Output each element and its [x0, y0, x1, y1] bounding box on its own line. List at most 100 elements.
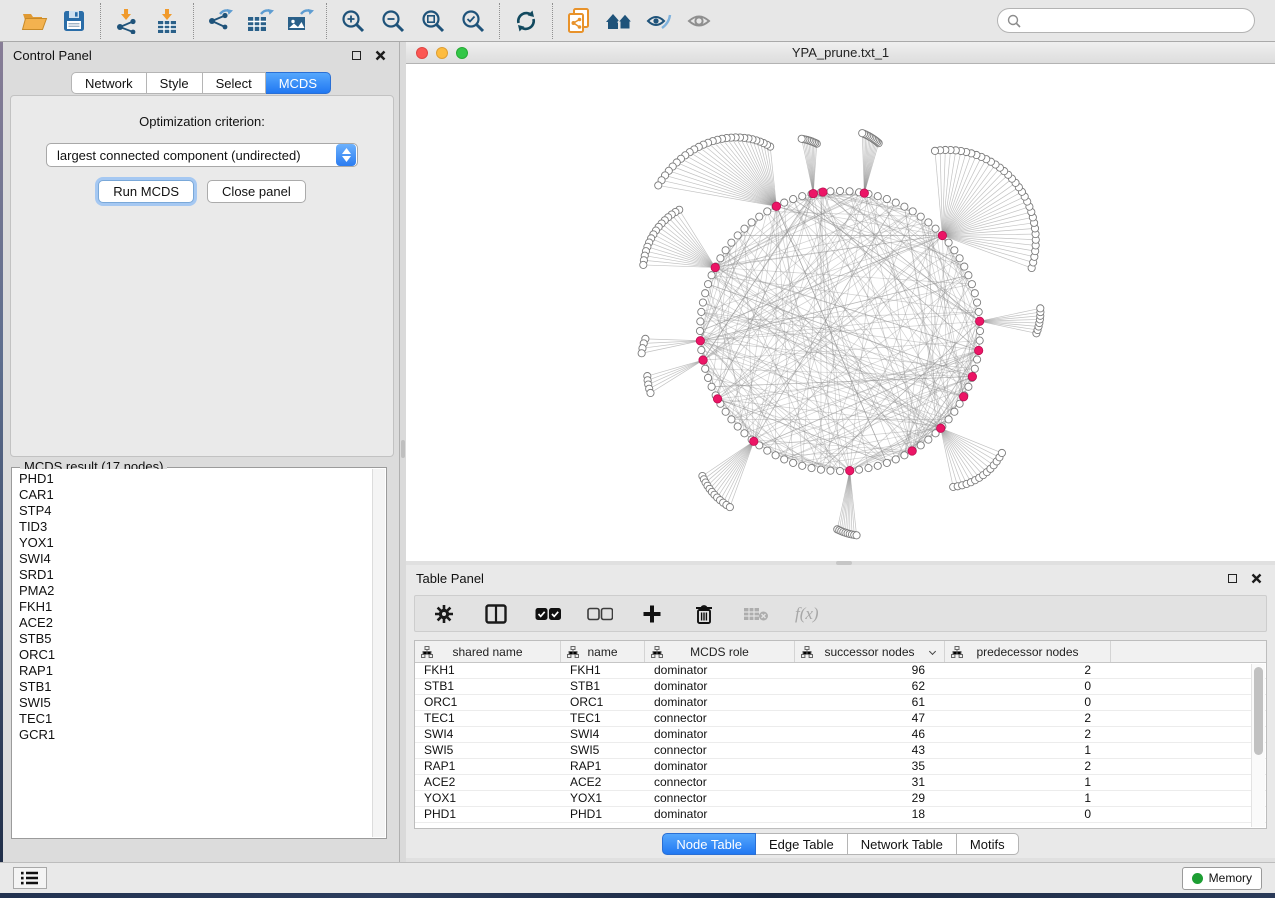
column-header-shared-name[interactable]: shared name [415, 641, 561, 662]
right-region: YPA_prune.txt_1 Table Panel [406, 42, 1275, 862]
tab-node-table[interactable]: Node Table [662, 833, 756, 855]
table-cell: dominator [645, 727, 795, 742]
close-table-panel-icon[interactable] [1247, 570, 1265, 586]
tab-select[interactable]: Select [203, 72, 266, 94]
table-cell: 29 [795, 791, 945, 806]
table-row[interactable]: PHD1PHD1dominator180 [415, 807, 1266, 823]
import-table-icon[interactable] [147, 4, 187, 38]
table-row[interactable]: SWI4SWI4dominator462 [415, 727, 1266, 743]
list-item[interactable]: STB1 [19, 679, 372, 695]
table-row[interactable]: ACE2ACE2connector311 [415, 775, 1266, 791]
zoom-fit-icon[interactable] [413, 4, 453, 38]
table-row[interactable]: ORC1ORC1dominator610 [415, 695, 1266, 711]
table-row[interactable]: STB1STB1dominator620 [415, 679, 1266, 695]
table-cell: YOX1 [561, 791, 645, 806]
close-panel-button[interactable]: Close panel [207, 180, 306, 203]
tab-network[interactable]: Network [71, 72, 147, 94]
list-item[interactable]: FKH1 [19, 599, 372, 615]
table-cell: FKH1 [561, 663, 645, 678]
export-network-icon[interactable] [200, 4, 240, 38]
refresh-icon[interactable] [506, 4, 546, 38]
table-cell: TEC1 [415, 711, 561, 726]
list-item[interactable]: SWI4 [19, 551, 372, 567]
list-item[interactable]: TID3 [19, 519, 372, 535]
table-cell: dominator [645, 695, 795, 710]
table-settings-gear-icon[interactable] [431, 601, 457, 627]
add-column-icon[interactable] [639, 601, 665, 627]
column-header-name[interactable]: name [561, 641, 645, 662]
list-item[interactable]: STP4 [19, 503, 372, 519]
delete-column-icon[interactable] [691, 601, 717, 627]
float-table-panel-icon[interactable] [1223, 570, 1241, 586]
table-cell: TEC1 [561, 711, 645, 726]
list-item[interactable]: TEC1 [19, 711, 372, 727]
delete-table-icon-disabled [743, 601, 769, 627]
column-header-successor-nodes[interactable]: successor nodes [795, 641, 945, 662]
mcds-list-scrollbar[interactable] [372, 469, 385, 837]
list-item[interactable]: STB5 [19, 631, 372, 647]
control-panel-tabs: NetworkStyleSelectMCDS [3, 72, 399, 94]
show-column-panel-icon[interactable] [483, 601, 509, 627]
criterion-select[interactable]: largest connected component (undirected) [46, 143, 358, 167]
save-icon[interactable] [54, 4, 94, 38]
table-cell: ACE2 [561, 775, 645, 790]
table-toolbar: f(x) [414, 595, 1267, 632]
table-cell: 2 [945, 663, 1111, 678]
home-icon[interactable] [599, 4, 639, 38]
table-row[interactable]: YOX1YOX1connector291 [415, 791, 1266, 807]
list-item[interactable]: RAP1 [19, 663, 372, 679]
list-item[interactable]: GCR1 [19, 727, 372, 743]
zoom-selected-icon[interactable] [453, 4, 493, 38]
table-row[interactable]: RAP1RAP1dominator352 [415, 759, 1266, 775]
list-item[interactable]: SRD1 [19, 567, 372, 583]
import-network-icon[interactable] [107, 4, 147, 38]
zoom-in-icon[interactable] [333, 4, 373, 38]
close-panel-icon[interactable] [371, 47, 389, 63]
show-all-icon[interactable] [679, 4, 719, 38]
list-item[interactable]: CAR1 [19, 487, 372, 503]
select-all-icon[interactable] [535, 601, 561, 627]
network-canvas[interactable] [406, 64, 1275, 561]
hide-selected-icon[interactable] [639, 4, 679, 38]
list-item[interactable]: ACE2 [19, 615, 372, 631]
table-cell: 2 [945, 759, 1111, 774]
deselect-all-icon[interactable] [587, 601, 613, 627]
table-cell: 1 [945, 791, 1111, 806]
list-item[interactable]: PHD1 [19, 471, 372, 487]
search-box[interactable] [997, 8, 1255, 33]
zoom-out-icon[interactable] [373, 4, 413, 38]
table-row[interactable]: FKH1FKH1dominator962 [415, 663, 1266, 679]
list-item[interactable]: ORC1 [19, 647, 372, 663]
search-input[interactable] [1027, 14, 1245, 28]
table-row[interactable]: SWI5SWI5connector431 [415, 743, 1266, 759]
export-table-icon[interactable] [240, 4, 280, 38]
open-folder-icon[interactable] [14, 4, 54, 38]
list-item[interactable]: PMA2 [19, 583, 372, 599]
task-history-button[interactable] [13, 867, 47, 889]
table-cell: 1 [945, 775, 1111, 790]
tab-edge-table[interactable]: Edge Table [756, 833, 848, 855]
duplicate-network-icon[interactable] [559, 4, 599, 38]
column-header-predecessor-nodes[interactable]: predecessor nodes [945, 641, 1111, 662]
float-panel-icon[interactable] [347, 47, 365, 63]
tab-mcds[interactable]: MCDS [266, 72, 331, 94]
tab-network-table[interactable]: Network Table [848, 833, 957, 855]
export-image-icon[interactable] [280, 4, 320, 38]
tab-style[interactable]: Style [147, 72, 203, 94]
table-cell: RAP1 [561, 759, 645, 774]
control-panel: Control Panel NetworkStyleSelectMCDS Opt… [3, 42, 400, 862]
tab-motifs[interactable]: Motifs [957, 833, 1019, 855]
list-item[interactable]: SWI5 [19, 695, 372, 711]
memory-button[interactable]: Memory [1182, 867, 1262, 890]
column-header-MCDS-role[interactable]: MCDS role [645, 641, 795, 662]
table-cell: PHD1 [561, 807, 645, 822]
table-cell: 35 [795, 759, 945, 774]
network-window-titlebar[interactable]: YPA_prune.txt_1 [406, 42, 1275, 64]
list-item[interactable]: YOX1 [19, 535, 372, 551]
run-mcds-button[interactable]: Run MCDS [98, 180, 194, 203]
table-scrollbar[interactable] [1251, 664, 1265, 827]
mcds-result-list[interactable]: PHD1CAR1STP4TID3YOX1SWI4SRD1PMA2FKH1ACE2… [13, 469, 372, 837]
table-cell: STB1 [561, 679, 645, 694]
table-cell: SWI5 [415, 743, 561, 758]
table-row[interactable]: TEC1TEC1connector472 [415, 711, 1266, 727]
